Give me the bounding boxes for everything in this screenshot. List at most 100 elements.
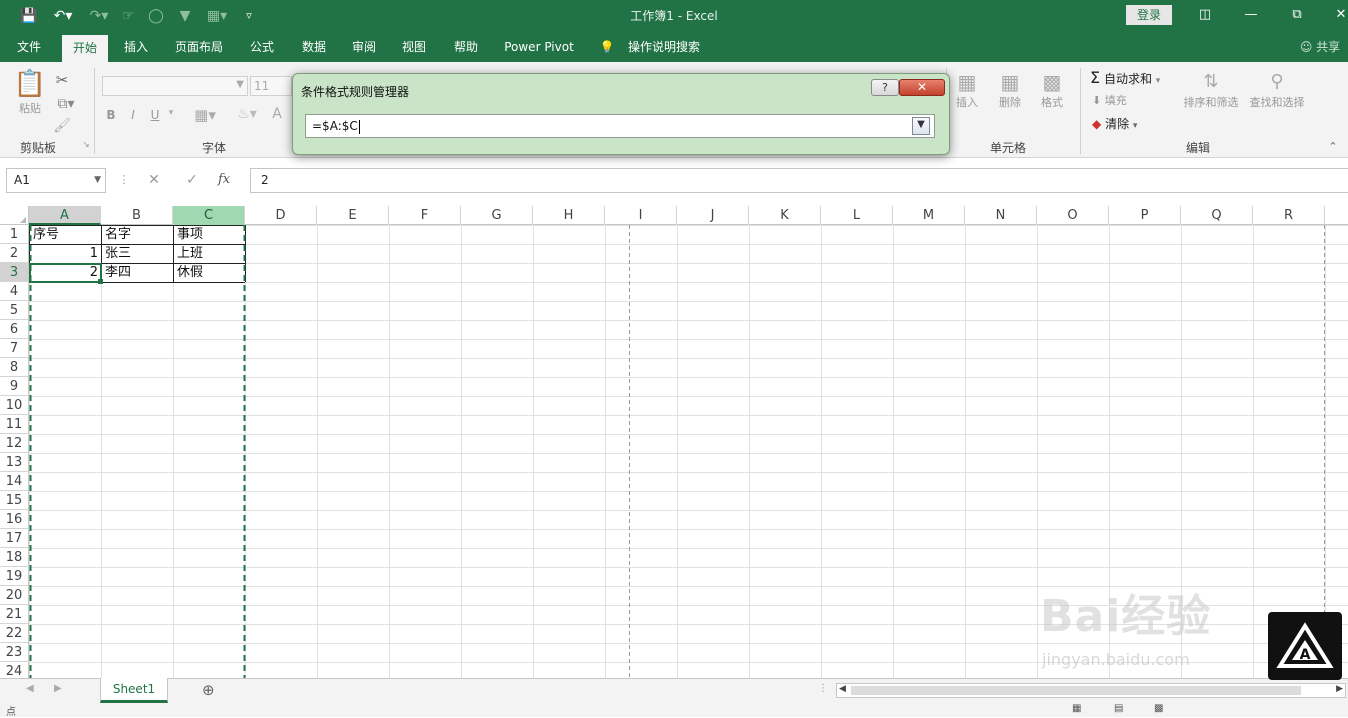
font-color-button[interactable]: A	[270, 106, 284, 122]
tab-view[interactable]: 视图	[392, 32, 436, 62]
enter-icon[interactable]: ✓	[182, 171, 202, 189]
row-header-9[interactable]: 9	[0, 377, 29, 396]
login-button[interactable]: 登录	[1126, 5, 1172, 25]
clipboard-launcher-icon[interactable]: ↘	[80, 140, 92, 150]
insert-function-icon[interactable]: fx	[218, 172, 230, 187]
scroll-right-arrow-icon[interactable]: ▶	[1336, 684, 1343, 694]
find-select-button[interactable]: ⚲ 查找和选择	[1244, 70, 1310, 110]
tab-power-pivot[interactable]: Power Pivot	[498, 32, 580, 62]
range-input[interactable]: =$A:$C ▼	[305, 114, 935, 138]
row-header-18[interactable]: 18	[0, 548, 29, 567]
row-header-1[interactable]: 1	[0, 225, 29, 244]
column-header-a[interactable]: A	[29, 206, 101, 225]
paste-button[interactable]: 📋 粘贴	[10, 68, 50, 116]
share-button[interactable]: ☺ 共享	[1296, 32, 1344, 62]
close-icon[interactable]: ✕	[1326, 4, 1348, 26]
formula-input[interactable]: 2	[250, 168, 1348, 193]
tab-review[interactable]: 审阅	[342, 32, 386, 62]
scroll-right-icon[interactable]: ▶	[54, 683, 62, 694]
cell-a1[interactable]: 序号	[30, 225, 101, 244]
dialog-close-button[interactable]: ✕	[899, 79, 945, 96]
row-header-11[interactable]: 11	[0, 415, 29, 434]
tell-me-search[interactable]: 操作说明搜索	[622, 32, 706, 62]
scroll-left-icon[interactable]: ◀	[26, 683, 34, 694]
column-header-o[interactable]: O	[1037, 206, 1109, 225]
add-sheet-icon[interactable]: ⊕	[202, 681, 215, 699]
row-header-3[interactable]: 3	[0, 263, 29, 282]
underline-dropdown-icon[interactable]: ▾	[166, 108, 176, 118]
cell-c3[interactable]: 休假	[174, 263, 245, 282]
cell-b3[interactable]: 李四	[102, 263, 173, 282]
tab-formulas[interactable]: 公式	[240, 32, 284, 62]
column-header-h[interactable]: H	[533, 206, 605, 225]
autosum-button[interactable]: Σ 自动求和 ▾	[1090, 68, 1180, 87]
tab-home[interactable]: 开始	[62, 35, 108, 62]
column-header-f[interactable]: F	[389, 206, 461, 225]
tab-insert[interactable]: 插入	[114, 32, 158, 62]
chevron-down-icon[interactable]: ▼	[94, 169, 101, 192]
help-button[interactable]: ?	[871, 79, 899, 96]
column-header-b[interactable]: B	[101, 206, 173, 225]
border-icon[interactable]: ▦▾	[190, 106, 220, 124]
row-header-13[interactable]: 13	[0, 453, 29, 472]
ribbon-display-icon[interactable]: ◫	[1190, 4, 1220, 26]
column-header-g[interactable]: G	[461, 206, 533, 225]
normal-view-icon[interactable]: ▦	[1072, 703, 1081, 714]
column-header-i[interactable]: I	[605, 206, 677, 225]
column-header-m[interactable]: M	[893, 206, 965, 225]
name-box[interactable]: A1 ▼	[6, 168, 106, 193]
row-header-17[interactable]: 17	[0, 529, 29, 548]
split-handle-icon[interactable]: ⋮	[818, 683, 828, 694]
scroll-left-arrow-icon[interactable]: ◀	[839, 684, 846, 694]
cell-a2[interactable]: 1	[30, 244, 101, 263]
row-header-12[interactable]: 12	[0, 434, 29, 453]
row-header-20[interactable]: 20	[0, 586, 29, 605]
column-header-q[interactable]: Q	[1181, 206, 1253, 225]
row-header-5[interactable]: 5	[0, 301, 29, 320]
format-cells-button[interactable]: ▩ 格式	[1036, 70, 1068, 110]
row-header-16[interactable]: 16	[0, 510, 29, 529]
row-header-7[interactable]: 7	[0, 339, 29, 358]
delete-cells-button[interactable]: ▦ 删除	[994, 70, 1026, 110]
page-layout-view-icon[interactable]: ▤	[1114, 703, 1123, 714]
italic-button[interactable]: I	[126, 108, 140, 122]
underline-button[interactable]: U	[148, 108, 162, 122]
cell-c1[interactable]: 事项	[174, 225, 245, 244]
bold-button[interactable]: B	[104, 108, 118, 122]
column-header-d[interactable]: D	[245, 206, 317, 225]
tab-help[interactable]: 帮助	[444, 32, 488, 62]
tab-file[interactable]: 文件	[6, 32, 52, 62]
row-header-23[interactable]: 23	[0, 643, 29, 662]
cancel-icon[interactable]: ✕	[144, 171, 164, 189]
tab-page-layout[interactable]: 页面布局	[166, 32, 232, 62]
row-header-15[interactable]: 15	[0, 491, 29, 510]
column-header-n[interactable]: N	[965, 206, 1037, 225]
row-header-24[interactable]: 24	[0, 662, 29, 678]
column-header-e[interactable]: E	[317, 206, 389, 225]
row-header-19[interactable]: 19	[0, 567, 29, 586]
column-header-k[interactable]: K	[749, 206, 821, 225]
row-header-22[interactable]: 22	[0, 624, 29, 643]
restore-icon[interactable]: ⧉	[1282, 4, 1312, 26]
tab-data[interactable]: 数据	[292, 32, 336, 62]
horizontal-scrollbar[interactable]: ◀ ▶	[836, 683, 1346, 698]
row-header-10[interactable]: 10	[0, 396, 29, 415]
cell-b2[interactable]: 张三	[102, 244, 173, 263]
cell-a3[interactable]: 2	[30, 263, 101, 282]
column-header-p[interactable]: P	[1109, 206, 1181, 225]
column-header-c[interactable]: C	[173, 206, 245, 225]
column-header-j[interactable]: J	[677, 206, 749, 225]
scrollbar-thumb[interactable]	[851, 686, 1301, 695]
row-header-21[interactable]: 21	[0, 605, 29, 624]
insert-cells-button[interactable]: ▦ 插入	[952, 70, 982, 110]
cell-b1[interactable]: 名字	[102, 225, 173, 244]
fill-button[interactable]: ⬇ 填充	[1092, 92, 1152, 108]
minimize-icon[interactable]: —	[1236, 4, 1266, 26]
row-header-2[interactable]: 2	[0, 244, 29, 263]
column-header-r[interactable]: R	[1253, 206, 1325, 225]
select-all-corner[interactable]: ◢	[0, 206, 29, 225]
page-break-view-icon[interactable]: ▩	[1154, 703, 1163, 714]
column-header-l[interactable]: L	[821, 206, 893, 225]
row-header-8[interactable]: 8	[0, 358, 29, 377]
clear-button[interactable]: ◆ 清除 ▾	[1092, 115, 1152, 132]
